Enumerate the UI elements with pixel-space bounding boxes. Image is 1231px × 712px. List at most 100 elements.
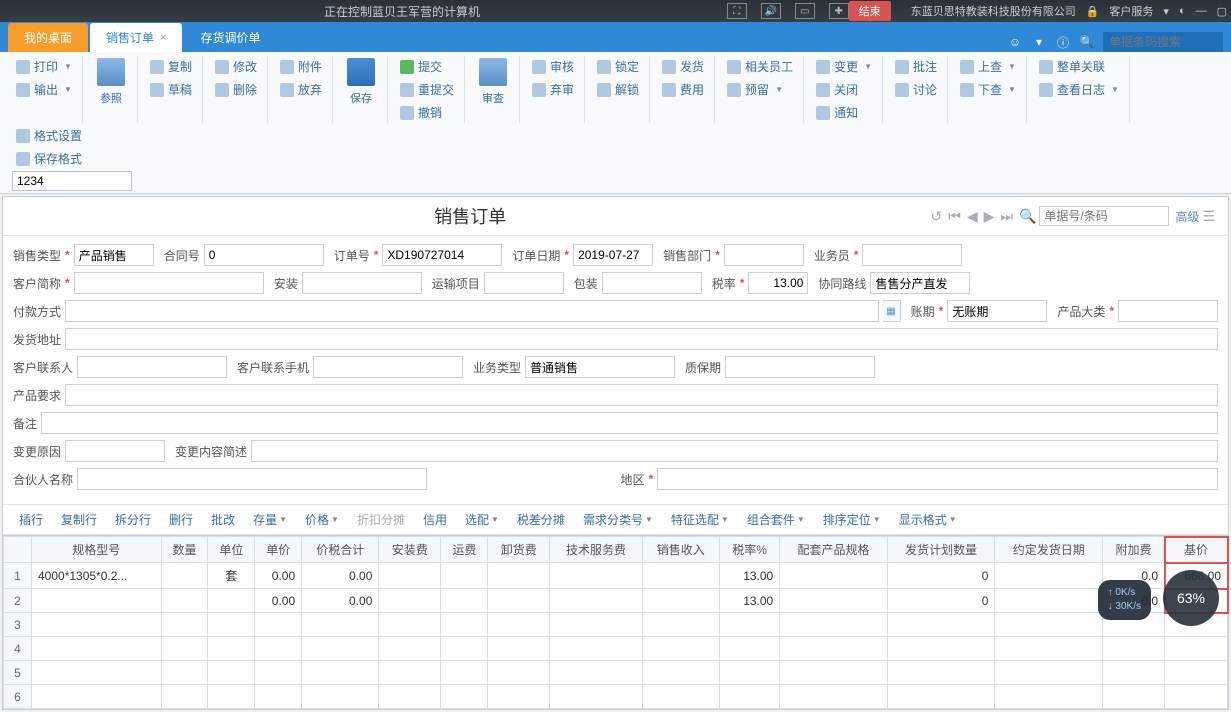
deliver-button[interactable]: 发货	[658, 56, 708, 77]
salesman-input[interactable]	[862, 244, 962, 266]
export-button[interactable]: 输出▼	[12, 79, 76, 100]
close-bill-button[interactable]: 关闭	[812, 79, 876, 100]
cust-phone-input[interactable]	[313, 356, 463, 378]
list-icon[interactable]: ☰	[1202, 208, 1215, 225]
approve-button[interactable]: 批注	[891, 56, 941, 77]
display-fmt-button[interactable]: 显示格式▼	[893, 509, 963, 530]
abandon-button[interactable]: 放弃	[276, 79, 326, 100]
end-remote-button[interactable]: 结束	[849, 1, 891, 21]
table-row[interactable]: 5	[4, 661, 1228, 685]
col-install-fee[interactable]: 安装费	[379, 537, 441, 563]
tax-rate-input[interactable]	[748, 272, 808, 294]
search-icon[interactable]: 🔍	[1019, 208, 1036, 225]
col-unload-fee[interactable]: 卸货费	[488, 537, 550, 563]
first-icon[interactable]: ⏮	[948, 208, 961, 225]
review-button[interactable]: 审查	[473, 56, 513, 108]
col-ship-plan-qty[interactable]: 发货计划数量	[887, 537, 995, 563]
related-emp-button[interactable]: 相关员工	[723, 56, 797, 77]
bill-search-input[interactable]	[1039, 206, 1169, 226]
print-button[interactable]: 打印▼	[12, 56, 76, 77]
caret-down-icon[interactable]: ▾	[1031, 34, 1047, 50]
edit-button[interactable]: 修改	[211, 56, 261, 77]
col-agreed-date[interactable]: 约定发货日期	[995, 537, 1103, 563]
save-format-button[interactable]: 保存格式	[12, 148, 132, 169]
delete-row-button[interactable]: 删行	[163, 509, 199, 530]
install-input[interactable]	[302, 272, 422, 294]
package-input[interactable]	[602, 272, 702, 294]
col-freight[interactable]: 运费	[441, 537, 488, 563]
col-extra-fee[interactable]: 附加费	[1103, 537, 1165, 563]
price-button[interactable]: 价格▼	[299, 509, 345, 530]
product-req-input[interactable]	[65, 384, 1218, 406]
tab-sales-order[interactable]: 销售订单×	[90, 23, 182, 52]
notify-button[interactable]: 通知	[812, 102, 876, 123]
view-log-button[interactable]: 查看日志▼	[1035, 79, 1123, 100]
info-icon[interactable]: ⓘ	[1055, 34, 1071, 50]
full-assoc-button[interactable]: 整单关联	[1035, 56, 1123, 77]
lock-button[interactable]: 锁定	[593, 56, 643, 77]
top-search-input[interactable]	[1103, 32, 1223, 52]
resubmit-button[interactable]: 重提交	[396, 79, 458, 100]
reference-button[interactable]: 参照	[91, 56, 131, 108]
draft-button[interactable]: 草稿	[146, 79, 196, 100]
warranty-input[interactable]	[725, 356, 875, 378]
product-cat-input[interactable]	[1118, 300, 1218, 322]
advanced-link[interactable]: 高级	[1175, 208, 1199, 225]
change-button[interactable]: 变更▼	[812, 56, 876, 77]
col-sale-income[interactable]: 销售收入	[642, 537, 719, 563]
insert-row-button[interactable]: 插行	[13, 509, 49, 530]
copy-button[interactable]: 复制	[146, 56, 196, 77]
sale-type-input[interactable]	[74, 244, 154, 266]
feature-button[interactable]: 特征选配▼	[665, 509, 735, 530]
col-kit-spec[interactable]: 配套产品规格	[780, 537, 888, 563]
revoke-button[interactable]: 撤销	[396, 102, 458, 123]
format-settings-button[interactable]: 格式设置	[12, 125, 132, 146]
order-no-input[interactable]	[382, 244, 502, 266]
lookup-icon[interactable]: ▦	[883, 300, 901, 322]
copy-row-button[interactable]: 复制行	[55, 509, 103, 530]
coop-route-input[interactable]	[870, 272, 970, 294]
format-select[interactable]	[12, 171, 132, 191]
col-qty[interactable]: 数量	[161, 537, 208, 563]
col-tech-fee[interactable]: 技术服务费	[550, 537, 642, 563]
table-row[interactable]: 14000*1305*0.2...套0.000.0013.0000.0666.0…	[4, 563, 1228, 589]
cust-contact-input[interactable]	[77, 356, 227, 378]
save-button[interactable]: 保存	[341, 56, 381, 108]
customer-service-menu[interactable]: 客户服务	[1109, 3, 1153, 19]
prev-icon[interactable]: ◀	[967, 208, 978, 225]
region-input[interactable]	[657, 468, 1218, 490]
order-date-input[interactable]	[573, 244, 653, 266]
unaudit-button[interactable]: 弃审	[528, 79, 578, 100]
split-row-button[interactable]: 拆分行	[109, 509, 157, 530]
tab-desktop[interactable]: 我的桌面	[8, 23, 88, 52]
change-summary-input[interactable]	[251, 440, 1218, 462]
stock-button[interactable]: 存量▼	[247, 509, 293, 530]
col-price-tax[interactable]: 价税合计	[302, 537, 379, 563]
table-row[interactable]: 3	[4, 613, 1228, 637]
submit-button[interactable]: 提交	[396, 56, 458, 77]
max-icon[interactable]: ▢	[1217, 5, 1227, 18]
col-unit[interactable]: 单位	[208, 537, 255, 563]
col-base-price[interactable]: 基价	[1165, 537, 1228, 563]
table-row[interactable]: 4	[4, 637, 1228, 661]
table-row[interactable]: 6	[4, 685, 1228, 709]
search-icon[interactable]: 🔍	[1079, 34, 1095, 50]
pay-method-input[interactable]	[65, 300, 879, 322]
table-row[interactable]: 20.000.0013.0000.0	[4, 589, 1228, 613]
combo-button[interactable]: 组合套件▼	[741, 509, 811, 530]
col-spec[interactable]: 规格型号	[32, 537, 162, 563]
audit-button[interactable]: 审核	[528, 56, 578, 77]
screen-icon[interactable]: ⛶	[727, 3, 747, 19]
tax-diff-button[interactable]: 税差分摊	[511, 509, 571, 530]
detail-grid[interactable]: 规格型号 数量 单位 单价 价税合计 安装费 运费 卸货费 技术服务费 销售收入…	[3, 535, 1228, 709]
pin-icon[interactable]: ✚	[829, 3, 849, 19]
demand-class-button[interactable]: 需求分类号▼	[577, 509, 659, 530]
sort-button[interactable]: 排序定位▼	[817, 509, 887, 530]
close-icon[interactable]: ×	[160, 32, 166, 44]
unlock-button[interactable]: 解锁	[593, 79, 643, 100]
delete-button[interactable]: 删除	[211, 79, 261, 100]
discuss-button[interactable]: 讨论	[891, 79, 941, 100]
up-search-button[interactable]: 上查▼	[956, 56, 1020, 77]
help-icon[interactable]: ◐	[1179, 5, 1186, 17]
tab-price-adjust[interactable]: 存货调价单	[184, 23, 276, 52]
